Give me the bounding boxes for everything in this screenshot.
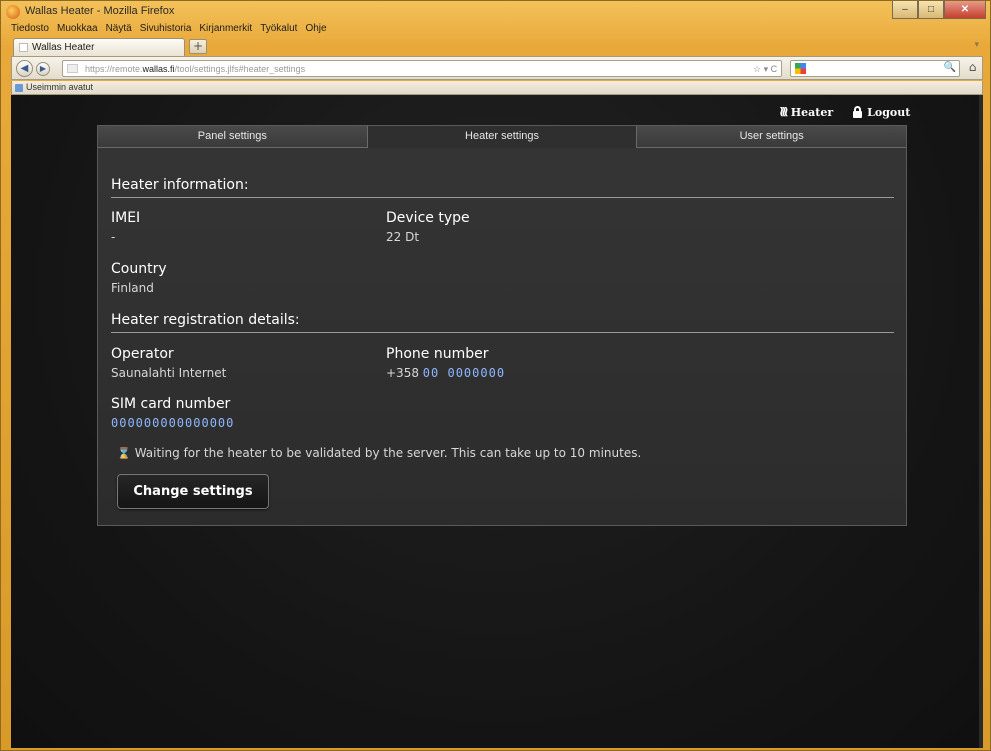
menu-tools[interactable]: Työkalut (260, 23, 297, 37)
browser-tab[interactable]: Wallas Heater (13, 38, 185, 56)
country-label: Country (111, 261, 167, 277)
minimize-button[interactable]: – (892, 1, 918, 19)
browser-tab-label: Wallas Heater (32, 42, 95, 53)
hourglass-icon: ⌛ (117, 447, 131, 460)
back-button[interactable]: ◀ (16, 60, 33, 77)
logout-link[interactable]: Logout (853, 103, 910, 121)
page-content: ≀≀≀ Heater Logout Panel settings Heater … (11, 95, 983, 748)
sim-card-value: 000000000000000 (111, 416, 235, 430)
close-button[interactable]: ✕ (944, 1, 986, 19)
url-bar-icons[interactable]: ☆ ▾ C (753, 64, 777, 75)
page-favicon-icon (19, 43, 28, 52)
window-controls: – □ ✕ (892, 1, 986, 19)
sim-card-label: SIM card number (111, 396, 231, 412)
lock-icon (853, 106, 863, 118)
top-links: ≀≀≀ Heater Logout (779, 103, 910, 121)
heater-information-heading: Heater information: (111, 177, 894, 198)
firefox-icon (6, 5, 20, 19)
country-value: Finland (111, 281, 154, 295)
maximize-button[interactable]: □ (918, 1, 944, 19)
menu-edit[interactable]: Muokkaa (57, 23, 98, 37)
title-bar: Wallas Heater - Mozilla Firefox – □ ✕ (1, 1, 990, 23)
device-type-value: 22 Dt (386, 230, 420, 244)
validation-status: ⌛ Waiting for the heater to be validated … (117, 446, 641, 460)
url-prefix: https://remote. (85, 64, 143, 74)
tab-heater-settings[interactable]: Heater settings (367, 126, 638, 148)
operator-label: Operator (111, 346, 174, 362)
phone-number-label: Phone number (386, 346, 489, 362)
tab-list-chevron-icon[interactable]: ▾ (974, 40, 979, 50)
bookmark-folder-icon (15, 84, 23, 92)
new-tab-button[interactable]: + (189, 39, 207, 54)
browser-tab-strip: Wallas Heater + ▾ (11, 38, 981, 56)
navigation-bar: ◀ ▶ https://remote.wallas.fi/tool/settin… (11, 56, 983, 80)
phone-number-digits: 00 0000000 (422, 366, 506, 380)
phone-country-code: +358 (386, 366, 419, 380)
menu-bar: Tiedosto Muokkaa Näytä Sivuhistoria Kirj… (11, 23, 327, 37)
window-title: Wallas Heater - Mozilla Firefox (25, 5, 175, 17)
menu-file[interactable]: Tiedosto (11, 23, 49, 37)
search-bar[interactable]: 🔍 (790, 60, 960, 77)
tab-panel-settings[interactable]: Panel settings (98, 126, 368, 148)
registration-heading: Heater registration details: (111, 312, 894, 333)
heater-link-label: Heater (790, 105, 834, 119)
url-domain: wallas.fi (142, 64, 175, 74)
menu-bookmarks[interactable]: Kirjanmerkit (199, 23, 252, 37)
device-type-label: Device type (386, 210, 470, 226)
heater-link[interactable]: ≀≀≀ Heater (779, 103, 833, 121)
logout-link-label: Logout (867, 105, 911, 119)
menu-view[interactable]: Näytä (106, 23, 132, 37)
imei-value: - (111, 230, 116, 244)
url-path: /tool/settings.jlfs#heater_settings (174, 64, 306, 74)
site-identity-icon[interactable] (67, 64, 78, 73)
google-icon[interactable] (795, 63, 806, 74)
settings-tabs: Panel settings Heater settings User sett… (98, 126, 907, 148)
change-settings-button[interactable]: Change settings (117, 474, 269, 509)
menu-history[interactable]: Sivuhistoria (140, 23, 192, 37)
heater-icon: ≀≀≀ (779, 104, 789, 120)
search-icon[interactable]: 🔍 (944, 62, 956, 73)
phone-number-value: +358 00 0000000 (386, 366, 505, 380)
forward-button[interactable]: ▶ (36, 62, 50, 76)
operator-value: Saunalahti Internet (111, 366, 227, 380)
tab-user-settings[interactable]: User settings (637, 126, 907, 148)
home-icon[interactable]: ⌂ (964, 60, 981, 77)
settings-panel: Panel settings Heater settings User sett… (97, 125, 907, 526)
browser-window: Wallas Heater - Mozilla Firefox – □ ✕ Ti… (0, 0, 991, 751)
page-scroll-edge (979, 95, 983, 748)
validation-status-text: Waiting for the heater to be validated b… (134, 446, 642, 460)
bookmark-most-visited[interactable]: Useimmin avatut (26, 82, 93, 92)
url-bar[interactable]: https://remote.wallas.fi/tool/settings.j… (62, 60, 782, 77)
bookmarks-toolbar: Useimmin avatut (11, 81, 983, 95)
menu-help[interactable]: Ohje (305, 23, 326, 37)
imei-label: IMEI (111, 210, 141, 226)
